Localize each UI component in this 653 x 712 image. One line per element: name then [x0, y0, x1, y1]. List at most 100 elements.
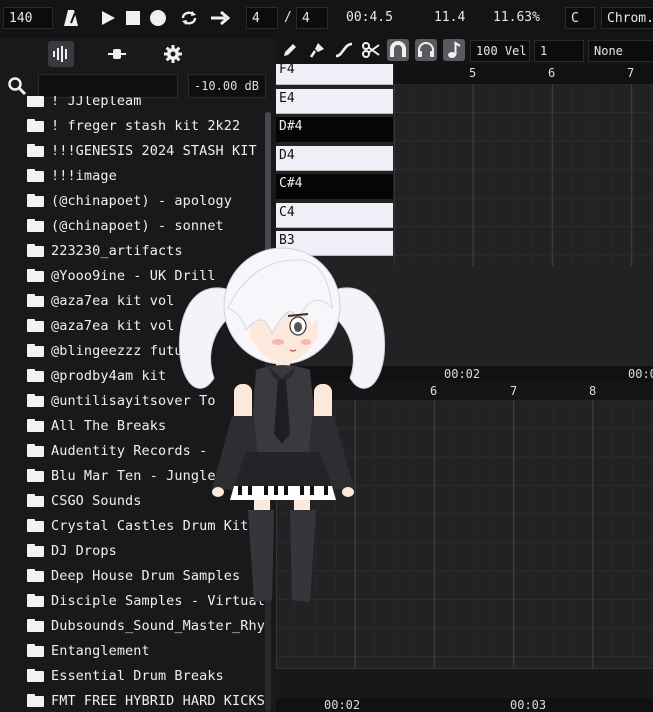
- preview-volume-readout[interactable]: -10.00 dB: [188, 74, 266, 98]
- search-icon[interactable]: [7, 76, 27, 96]
- headphones-icon[interactable]: [415, 39, 437, 61]
- key-select[interactable]: C: [565, 7, 595, 29]
- automation-lane[interactable]: [276, 668, 653, 699]
- transport-toolbar: 140 4 / 4 00:4.5 11.4 11.63% C Chrom.: [0, 0, 653, 38]
- cpu-readout: 11.4: [434, 10, 466, 25]
- folder-icon: [27, 119, 44, 132]
- folder-item[interactable]: !!!image: [0, 163, 266, 188]
- folder-item[interactable]: Entanglement: [0, 638, 266, 663]
- folder-icon: [27, 469, 44, 482]
- stop-icon[interactable]: [122, 7, 144, 29]
- folder-icon: [27, 244, 44, 257]
- channel-field[interactable]: 1: [534, 40, 584, 62]
- folder-icon: [27, 369, 44, 382]
- folder-label: !!!GENESIS 2024 STASH KIT: [51, 142, 257, 159]
- folder-icon: [27, 669, 44, 682]
- velocity-field[interactable]: 100 Vel: [470, 40, 530, 62]
- piano-key[interactable]: C#4: [276, 174, 393, 199]
- folder-label: (@chinapoet) - apology: [51, 192, 233, 209]
- folder-icon: [27, 419, 44, 432]
- brush-icon[interactable]: [306, 39, 328, 61]
- folder-icon: [27, 444, 44, 457]
- folder-item[interactable]: Dubsounds_Sound_Master_Rhythm: [0, 613, 266, 638]
- folder-label: ! freger stash kit 2k22: [51, 117, 241, 134]
- folder-icon: [27, 519, 44, 532]
- folder-icon: [27, 319, 44, 332]
- folder-item[interactable]: !!!GENESIS 2024 STASH KIT: [0, 138, 266, 163]
- note-grid[interactable]: [394, 84, 653, 266]
- piano-key[interactable]: F4: [276, 64, 393, 85]
- menu-bar-clipped: [0, 0, 653, 5]
- folder-label: (@chinapoet) - sonnet: [51, 217, 224, 234]
- plugins-tab-icon[interactable]: [104, 41, 130, 67]
- folder-label: @prodby4am kit: [51, 367, 167, 384]
- folder-icon: [27, 694, 44, 707]
- snap-select[interactable]: None: [588, 40, 653, 62]
- anime-girl-mascot: [178, 247, 386, 602]
- pencil-icon[interactable]: [279, 39, 301, 61]
- folder-item[interactable]: Essential Drum Breaks: [0, 663, 266, 688]
- folder-label: All The Breaks: [51, 417, 167, 434]
- time-label: 00:02: [324, 698, 361, 712]
- folder-label: 223230_artifacts: [51, 242, 183, 259]
- time-signature-numerator[interactable]: 4: [246, 7, 278, 29]
- loop-icon[interactable]: [178, 7, 200, 29]
- time-ruler-bottom[interactable]: 00:02 00:03: [276, 698, 653, 712]
- playhead-position: 00:4.5: [346, 10, 393, 25]
- piano-key[interactable]: C4: [276, 202, 393, 228]
- search-input[interactable]: [38, 74, 178, 98]
- folder-icon: [27, 144, 44, 157]
- folder-label: FMT FREE HYBRID HARD KICKS: [51, 692, 265, 709]
- folder-icon: [27, 294, 44, 307]
- folder-label: CSGO Sounds: [51, 492, 142, 509]
- samples-tab-icon[interactable]: [48, 41, 74, 67]
- curve-icon[interactable]: [333, 39, 355, 61]
- time-label: 00:03: [510, 698, 547, 712]
- folder-label: @aza7ea kit vol: [51, 292, 175, 309]
- record-icon[interactable]: [147, 7, 169, 29]
- folder-label: Dubsounds_Sound_Master_Rhythm: [51, 617, 266, 634]
- bpm-field[interactable]: 140: [3, 7, 53, 29]
- folder-icon: [27, 544, 44, 557]
- folder-icon: [27, 169, 44, 182]
- scissors-icon[interactable]: [360, 39, 382, 61]
- time-label: 00:0: [628, 367, 653, 381]
- bar-number: 7: [510, 384, 518, 398]
- folder-icon: [27, 219, 44, 232]
- folder-label: ! JJlepleam: [51, 96, 142, 109]
- folder-icon: [27, 619, 44, 632]
- piano-key[interactable]: E4: [276, 88, 393, 114]
- folder-icon: [27, 644, 44, 657]
- note-icon[interactable]: [443, 39, 465, 61]
- bar-ruler-top[interactable]: 5 6 7: [394, 64, 653, 84]
- time-signature-separator: /: [284, 10, 292, 25]
- folder-item[interactable]: ! freger stash kit 2k22: [0, 113, 266, 138]
- piano-key[interactable]: D#4: [276, 117, 393, 142]
- folder-item[interactable]: FMT FREE HYBRID HARD KICKS: [0, 688, 266, 712]
- bar-number: 5: [469, 66, 477, 80]
- folder-icon: [27, 96, 44, 107]
- folder-item[interactable]: ! JJlepleam: [0, 96, 266, 113]
- follow-arrow-icon[interactable]: [209, 7, 231, 29]
- folder-item[interactable]: (@chinapoet) - sonnet: [0, 213, 266, 238]
- folder-icon: [27, 269, 44, 282]
- folder-label: !!!image: [51, 167, 117, 184]
- play-icon[interactable]: [97, 7, 119, 29]
- bar-number: 8: [589, 384, 597, 398]
- cpu-percent: 11.63%: [493, 10, 540, 25]
- folder-label: DJ Drops: [51, 542, 117, 559]
- folder-label: Entanglement: [51, 642, 150, 659]
- folder-item[interactable]: (@chinapoet) - apology: [0, 188, 266, 213]
- bar-number: 7: [627, 66, 635, 80]
- bar-number: 6: [430, 384, 438, 398]
- settings-gear-icon[interactable]: [160, 41, 186, 67]
- time-signature-denominator[interactable]: 4: [296, 7, 328, 29]
- folder-icon: [27, 594, 44, 607]
- folder-icon: [27, 494, 44, 507]
- magnet-icon[interactable]: [387, 39, 409, 61]
- folder-label: Essential Drum Breaks: [51, 667, 224, 684]
- piano-key[interactable]: D4: [276, 145, 393, 171]
- metronome-icon[interactable]: [60, 7, 82, 29]
- folder-icon: [27, 344, 44, 357]
- scale-select[interactable]: Chrom.: [601, 7, 653, 29]
